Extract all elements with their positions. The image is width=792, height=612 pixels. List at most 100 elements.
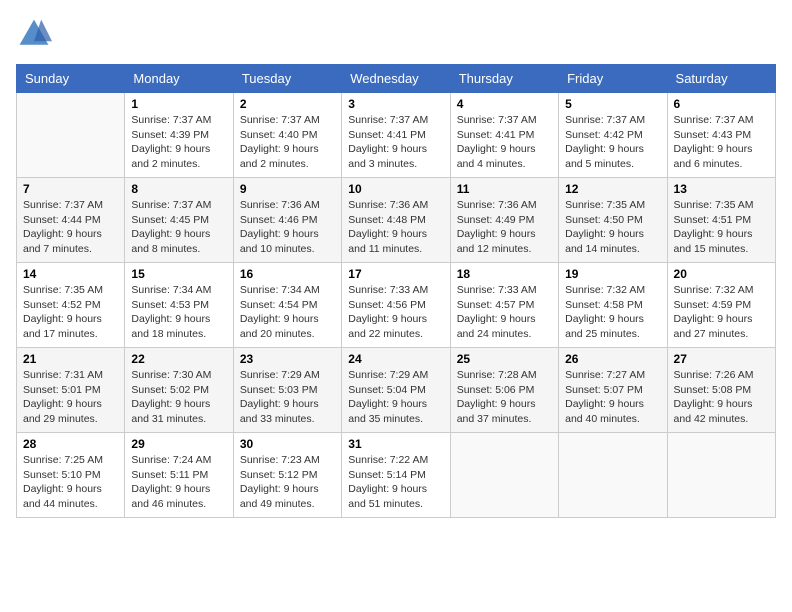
calendar-week-1: 1Sunrise: 7:37 AMSunset: 4:39 PMDaylight… — [17, 93, 776, 178]
day-info: Sunrise: 7:33 AMSunset: 4:56 PMDaylight:… — [348, 283, 443, 342]
day-info: Sunrise: 7:27 AMSunset: 5:07 PMDaylight:… — [565, 368, 660, 427]
day-number: 5 — [565, 97, 660, 111]
day-number: 17 — [348, 267, 443, 281]
calendar-cell: 10 Sunrise: 7:36 AMSunset: 4:48 PMDayligh… — [342, 178, 450, 263]
day-info: Sunrise: 7:37 AMSunset: 4:40 PMDaylight:… — [240, 113, 335, 172]
day-header-wednesday: Wednesday — [342, 65, 450, 93]
day-number: 15 — [131, 267, 226, 281]
calendar-cell: 7Sunrise: 7:37 AMSunset: 4:44 PMDaylight… — [17, 178, 125, 263]
day-info: Sunrise: 7:33 AMSunset: 4:57 PMDaylight:… — [457, 283, 552, 342]
day-number: 31 — [348, 437, 443, 451]
day-info: Sunrise: 7:35 AMSunset: 4:52 PMDaylight:… — [23, 283, 118, 342]
day-number: 9 — [240, 182, 335, 196]
day-info: Sunrise: 7:35 AMSunset: 4:51 PMDaylight:… — [674, 198, 769, 257]
day-info: Sunrise: 7:37 AMSunset: 4:41 PMDaylight:… — [348, 113, 443, 172]
day-number: 8 — [131, 182, 226, 196]
calendar-cell: 1Sunrise: 7:37 AMSunset: 4:39 PMDaylight… — [125, 93, 233, 178]
calendar-cell: 22 Sunrise: 7:30 AMSunset: 5:02 PMDayligh… — [125, 348, 233, 433]
day-info: Sunrise: 7:37 AMSunset: 4:43 PMDaylight:… — [674, 113, 769, 172]
calendar-cell — [559, 433, 667, 518]
day-info: Sunrise: 7:26 AMSunset: 5:08 PMDaylight:… — [674, 368, 769, 427]
calendar-cell: 11 Sunrise: 7:36 AMSunset: 4:49 PMDayligh… — [450, 178, 558, 263]
day-number: 22 — [131, 352, 226, 366]
day-header-thursday: Thursday — [450, 65, 558, 93]
day-number: 21 — [23, 352, 118, 366]
day-number: 26 — [565, 352, 660, 366]
day-info: Sunrise: 7:36 AMSunset: 4:49 PMDaylight:… — [457, 198, 552, 257]
page-header — [16, 16, 776, 52]
calendar-cell — [17, 93, 125, 178]
day-info: Sunrise: 7:32 AMSunset: 4:59 PMDaylight:… — [674, 283, 769, 342]
day-header-tuesday: Tuesday — [233, 65, 341, 93]
day-number: 3 — [348, 97, 443, 111]
day-info: Sunrise: 7:32 AMSunset: 4:58 PMDaylight:… — [565, 283, 660, 342]
calendar-cell: 2Sunrise: 7:37 AMSunset: 4:40 PMDaylight… — [233, 93, 341, 178]
day-header-friday: Friday — [559, 65, 667, 93]
day-info: Sunrise: 7:37 AMSunset: 4:45 PMDaylight:… — [131, 198, 226, 257]
calendar-cell: 24 Sunrise: 7:29 AMSunset: 5:04 PMDayligh… — [342, 348, 450, 433]
day-info: Sunrise: 7:35 AMSunset: 4:50 PMDaylight:… — [565, 198, 660, 257]
day-info: Sunrise: 7:31 AMSunset: 5:01 PMDaylight:… — [23, 368, 118, 427]
calendar-cell: 19 Sunrise: 7:32 AMSunset: 4:58 PMDayligh… — [559, 263, 667, 348]
calendar-cell: 3 Sunrise: 7:37 AMSunset: 4:41 PMDaylight… — [342, 93, 450, 178]
calendar-cell: 14Sunrise: 7:35 AMSunset: 4:52 PMDayligh… — [17, 263, 125, 348]
day-header-sunday: Sunday — [17, 65, 125, 93]
day-number: 18 — [457, 267, 552, 281]
day-number: 28 — [23, 437, 118, 451]
day-info: Sunrise: 7:22 AMSunset: 5:14 PMDaylight:… — [348, 453, 443, 512]
calendar-table: SundayMondayTuesdayWednesdayThursdayFrid… — [16, 64, 776, 518]
logo — [16, 16, 56, 52]
calendar-cell — [450, 433, 558, 518]
calendar-cell: 23 Sunrise: 7:29 AMSunset: 5:03 PMDayligh… — [233, 348, 341, 433]
calendar-cell: 5Sunrise: 7:37 AMSunset: 4:42 PMDaylight… — [559, 93, 667, 178]
day-info: Sunrise: 7:28 AMSunset: 5:06 PMDaylight:… — [457, 368, 552, 427]
day-number: 30 — [240, 437, 335, 451]
logo-icon — [16, 16, 52, 52]
calendar-cell: 20 Sunrise: 7:32 AMSunset: 4:59 PMDayligh… — [667, 263, 775, 348]
calendar-cell: 4 Sunrise: 7:37 AMSunset: 4:41 PMDaylight… — [450, 93, 558, 178]
day-info: Sunrise: 7:36 AMSunset: 4:48 PMDaylight:… — [348, 198, 443, 257]
calendar-cell: 25 Sunrise: 7:28 AMSunset: 5:06 PMDayligh… — [450, 348, 558, 433]
calendar-cell: 27 Sunrise: 7:26 AMSunset: 5:08 PMDayligh… — [667, 348, 775, 433]
calendar-cell: 16 Sunrise: 7:34 AMSunset: 4:54 PMDayligh… — [233, 263, 341, 348]
day-info: Sunrise: 7:34 AMSunset: 4:54 PMDaylight:… — [240, 283, 335, 342]
calendar-week-2: 7Sunrise: 7:37 AMSunset: 4:44 PMDaylight… — [17, 178, 776, 263]
day-number: 4 — [457, 97, 552, 111]
calendar-cell: 12 Sunrise: 7:35 AMSunset: 4:50 PMDayligh… — [559, 178, 667, 263]
day-number: 23 — [240, 352, 335, 366]
day-info: Sunrise: 7:29 AMSunset: 5:03 PMDaylight:… — [240, 368, 335, 427]
day-number: 27 — [674, 352, 769, 366]
calendar-cell: 18 Sunrise: 7:33 AMSunset: 4:57 PMDayligh… — [450, 263, 558, 348]
calendar-cell: 28 Sunrise: 7:25 AMSunset: 5:10 PMDayligh… — [17, 433, 125, 518]
calendar-cell: 21 Sunrise: 7:31 AMSunset: 5:01 PMDayligh… — [17, 348, 125, 433]
calendar-cell: 8 Sunrise: 7:37 AMSunset: 4:45 PMDaylight… — [125, 178, 233, 263]
calendar-week-5: 28 Sunrise: 7:25 AMSunset: 5:10 PMDayligh… — [17, 433, 776, 518]
day-number: 25 — [457, 352, 552, 366]
day-info: Sunrise: 7:36 AMSunset: 4:46 PMDaylight:… — [240, 198, 335, 257]
calendar-cell: 9 Sunrise: 7:36 AMSunset: 4:46 PMDaylight… — [233, 178, 341, 263]
day-number: 11 — [457, 182, 552, 196]
calendar-cell: 17 Sunrise: 7:33 AMSunset: 4:56 PMDayligh… — [342, 263, 450, 348]
day-info: Sunrise: 7:30 AMSunset: 5:02 PMDaylight:… — [131, 368, 226, 427]
day-header-saturday: Saturday — [667, 65, 775, 93]
day-number: 19 — [565, 267, 660, 281]
calendar-cell: 26 Sunrise: 7:27 AMSunset: 5:07 PMDayligh… — [559, 348, 667, 433]
day-info: Sunrise: 7:29 AMSunset: 5:04 PMDaylight:… — [348, 368, 443, 427]
calendar-cell: 29Sunrise: 7:24 AMSunset: 5:11 PMDayligh… — [125, 433, 233, 518]
calendar-week-3: 14Sunrise: 7:35 AMSunset: 4:52 PMDayligh… — [17, 263, 776, 348]
day-number: 12 — [565, 182, 660, 196]
calendar-header-row: SundayMondayTuesdayWednesdayThursdayFrid… — [17, 65, 776, 93]
day-info: Sunrise: 7:37 AMSunset: 4:41 PMDaylight:… — [457, 113, 552, 172]
day-number: 24 — [348, 352, 443, 366]
day-number: 10 — [348, 182, 443, 196]
calendar-cell: 13 Sunrise: 7:35 AMSunset: 4:51 PMDayligh… — [667, 178, 775, 263]
day-number: 20 — [674, 267, 769, 281]
day-number: 16 — [240, 267, 335, 281]
day-number: 13 — [674, 182, 769, 196]
day-number: 7 — [23, 182, 118, 196]
day-number: 29 — [131, 437, 226, 451]
day-header-monday: Monday — [125, 65, 233, 93]
day-info: Sunrise: 7:37 AMSunset: 4:39 PMDaylight:… — [131, 113, 226, 172]
day-info: Sunrise: 7:25 AMSunset: 5:10 PMDaylight:… — [23, 453, 118, 512]
calendar-cell — [667, 433, 775, 518]
